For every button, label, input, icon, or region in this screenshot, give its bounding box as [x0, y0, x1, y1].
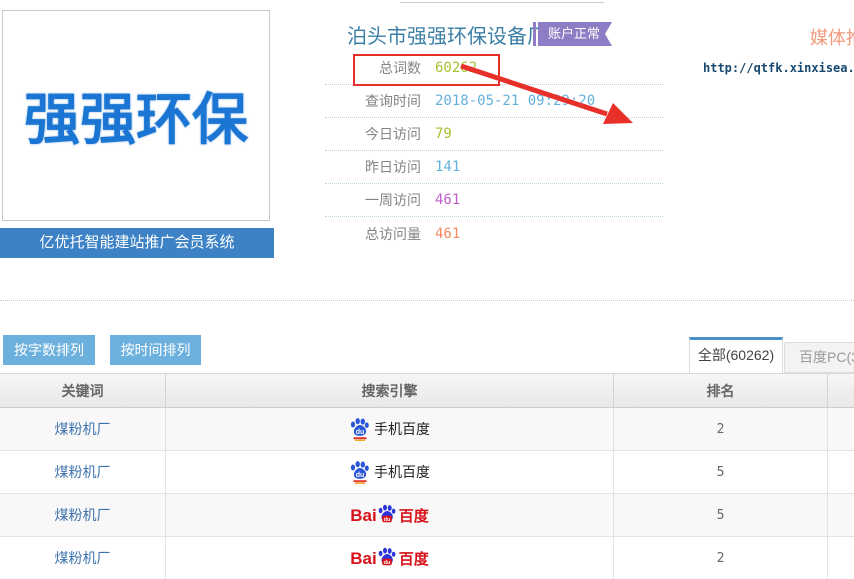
top-divider-line [400, 2, 604, 3]
table-row: 煤粉机厂 du 手机百度 [0, 451, 854, 494]
engine-name: 百度 [399, 550, 429, 569]
column-header-extra [828, 374, 854, 407]
stat-value-today-visits: 79 [435, 126, 452, 142]
table-row: 煤粉机厂 Bai du 百度 [0, 537, 854, 579]
baidu-logo: Bai du 百度 [350, 504, 428, 526]
baidu-paw-icon: du [349, 460, 370, 484]
table-row: 煤粉机厂 Bai du 百度 [0, 494, 854, 537]
stat-label: 查询时间 [325, 91, 421, 111]
baidu-logo-bai: Bai [350, 549, 376, 569]
company-logo-text: 强强环保 [24, 75, 248, 156]
baidu-logo-bai: Bai [350, 506, 376, 526]
stat-row-yesterday-visits: 昨日访问 141 [325, 151, 663, 184]
tab-all-keywords[interactable]: 全部(60262) [689, 337, 783, 373]
stat-row-total-visits: 总访问量 461 [325, 217, 663, 250]
column-header-engine: 搜索引擎 [166, 374, 614, 407]
svg-text:du: du [383, 560, 390, 566]
rank-value: 5 [717, 508, 725, 523]
keyword-table: 关键词 搜索引擎 排名 煤粉机厂 du [0, 373, 854, 579]
sort-by-time-button[interactable]: 按时间排列 [110, 335, 201, 365]
stat-row-today-visits: 今日访问 79 [325, 118, 663, 151]
engine-cell: du 手机百度 [349, 460, 430, 484]
baidu-logo: Bai du 百度 [350, 547, 428, 569]
company-name-title: 泊头市强强环保设备厂 [347, 20, 547, 49]
stat-label: 一周访问 [325, 190, 421, 210]
site-url-link[interactable]: http://qtfk.xinxisea. [703, 61, 854, 75]
table-header-row: 关键词 搜索引擎 排名 [0, 373, 854, 408]
section-divider [0, 300, 854, 301]
red-highlight-box [353, 54, 500, 86]
table-row: 煤粉机厂 du 手机百度 [0, 408, 854, 451]
keyword-link[interactable]: 煤粉机厂 [55, 505, 111, 525]
rank-value: 2 [717, 551, 725, 566]
engine-name: 百度 [399, 507, 429, 526]
member-system-bar: 亿优托智能建站推广会员系统 [0, 228, 274, 258]
keyword-link[interactable]: 煤粉机厂 [55, 462, 111, 482]
baidu-paw-icon: du [377, 504, 397, 526]
column-header-keyword: 关键词 [0, 374, 166, 407]
column-header-rank: 排名 [614, 374, 828, 407]
media-panel-title: 媒体推 [810, 24, 854, 50]
keyword-link[interactable]: 煤粉机厂 [55, 419, 111, 439]
tab-baidu-pc[interactable]: 百度PC(30 [784, 342, 854, 373]
company-logo: 强强环保 [2, 10, 270, 221]
account-status-badge: 账户正常 [538, 22, 612, 46]
svg-text:du: du [356, 472, 365, 479]
stat-row-week-visits: 一周访问 461 [325, 184, 663, 217]
svg-text:du: du [383, 517, 390, 523]
screen: 强强环保 亿优托智能建站推广会员系统 泊头市强强环保设备厂 账户正常 总词数 6… [0, 0, 854, 579]
baidu-paw-icon: du [349, 417, 370, 441]
stat-value-total-visits: 461 [435, 226, 460, 242]
stat-label: 今日访问 [325, 124, 421, 144]
rank-value: 2 [717, 422, 725, 437]
baidu-paw-icon: du [377, 547, 397, 569]
svg-text:du: du [356, 429, 365, 436]
stat-value-query-time: 2018-05-21 09:29:20 [435, 93, 595, 109]
engine-name: 手机百度 [374, 462, 430, 482]
stat-label: 昨日访问 [325, 157, 421, 177]
engine-name: 手机百度 [374, 419, 430, 439]
stat-value-yesterday-visits: 141 [435, 159, 460, 175]
keyword-link[interactable]: 煤粉机厂 [55, 548, 111, 568]
stat-label: 总访问量 [325, 224, 421, 244]
stat-row-query-time: 查询时间 2018-05-21 09:29:20 [325, 85, 663, 118]
stat-value-week-visits: 461 [435, 192, 460, 208]
sort-by-words-button[interactable]: 按字数排列 [3, 335, 95, 365]
rank-value: 5 [717, 465, 725, 480]
engine-cell: du 手机百度 [349, 417, 430, 441]
